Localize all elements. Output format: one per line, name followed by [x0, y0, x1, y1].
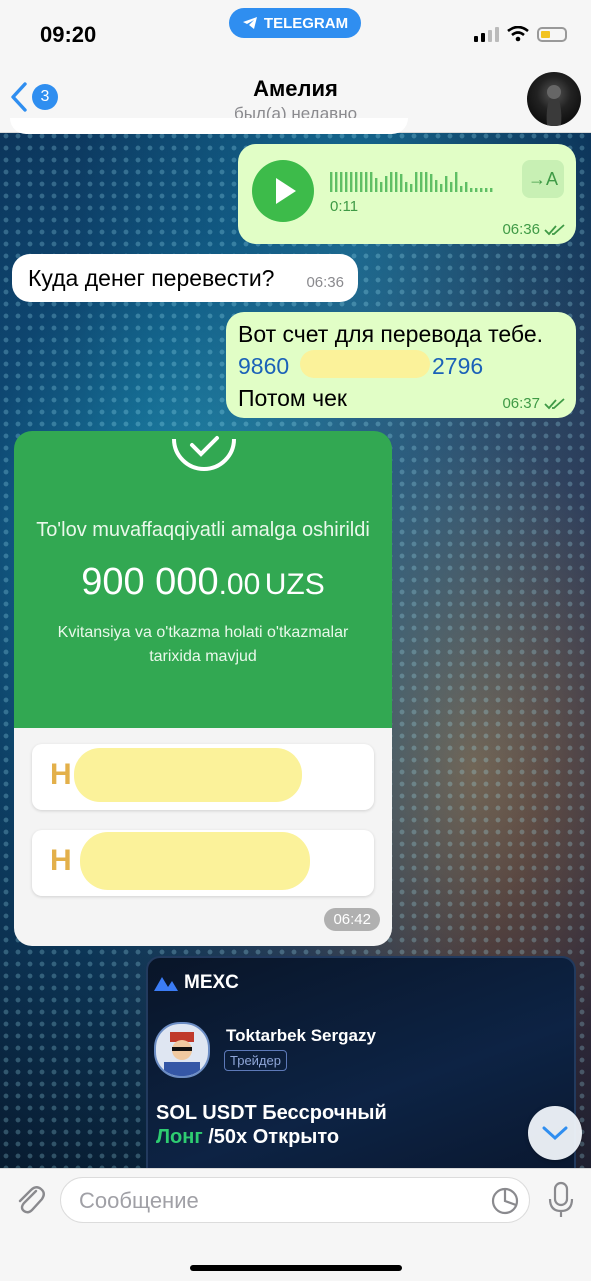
- double-check-icon: [544, 223, 565, 235]
- trader-avatar: [154, 1022, 210, 1078]
- microphone-icon[interactable]: [548, 1181, 574, 1219]
- redacted-card-digits: [300, 350, 430, 378]
- success-check-icon: [172, 436, 236, 471]
- battery-icon: [537, 27, 567, 42]
- receipt-image[interactable]: To'lov muvaffaqqiyatli amalga oshirildi …: [14, 431, 392, 731]
- voice-message[interactable]: 0:11 →A 06:36: [238, 144, 576, 244]
- receipt-details: H H 06:42: [14, 728, 392, 946]
- message-time: 06:37: [502, 395, 540, 412]
- amount-main: 900 000: [81, 561, 219, 603]
- waveform: [330, 172, 493, 192]
- mexc-trade-card[interactable]: MEXC Toktarbek Sergazy Трейдер SOL USDT …: [146, 956, 576, 1170]
- receipt-amount: 900 000.00 UZS: [14, 561, 392, 604]
- mexc-logo: MEXC: [154, 972, 239, 994]
- outgoing-message[interactable]: Вот счет для перевода тебе. 9860 2796 По…: [226, 312, 576, 418]
- receipt-note: Kvitansiya va o'tkazma holati o'tkazmala…: [14, 621, 392, 669]
- telegram-pill-label: TELEGRAM: [263, 14, 349, 32]
- receipt-row: H: [32, 830, 374, 896]
- trade-position: Лонг /50x Открыто: [156, 1126, 339, 1149]
- card-number-start[interactable]: 9860: [238, 350, 289, 382]
- bank-logo-icon: H: [50, 844, 72, 877]
- trader-role-badge: Трейдер: [224, 1050, 287, 1071]
- trade-leverage: /50x Открыто: [202, 1126, 340, 1148]
- message-time: 06:42: [324, 908, 380, 931]
- amount-decimals: .00: [218, 568, 261, 601]
- message-input[interactable]: Сообщение: [60, 1177, 530, 1223]
- signal-icon: [474, 27, 499, 42]
- message-text: Куда денег перевести?: [28, 265, 275, 291]
- bank-logo-icon: H: [50, 758, 72, 791]
- transcribe-button[interactable]: →A: [522, 160, 564, 198]
- message-time: 06:36: [306, 274, 344, 291]
- telegram-pill[interactable]: TELEGRAM: [229, 8, 361, 38]
- mexc-logo-icon: [154, 977, 178, 991]
- chat-title[interactable]: Амелия: [0, 76, 591, 102]
- message-time: 06:36: [502, 221, 540, 238]
- message-line-3: Потом чек: [238, 385, 347, 411]
- chevron-down-icon: [542, 1126, 568, 1141]
- trader-name: Toktarbek Sergazy: [226, 1026, 376, 1045]
- status-time: 09:20: [40, 22, 97, 47]
- home-indicator: [190, 1265, 402, 1271]
- amount-currency: UZS: [264, 568, 325, 601]
- receipt-note-line-2: tarixida mavjud: [149, 648, 257, 665]
- redacted-text: [80, 832, 310, 890]
- card-number-end[interactable]: 2796: [432, 350, 483, 382]
- scroll-down-button[interactable]: [528, 1106, 582, 1160]
- incoming-message[interactable]: Куда денег перевести? 06:36: [12, 254, 358, 302]
- previous-message-edge: [10, 118, 408, 134]
- transcribe-label: →A: [527, 168, 558, 189]
- mexc-brand: MEXC: [184, 972, 239, 993]
- sticker-icon[interactable]: [491, 1187, 519, 1215]
- status-bar: 09:20 TELEGRAM: [0, 0, 591, 66]
- play-icon: [276, 178, 296, 204]
- message-placeholder: Сообщение: [79, 1188, 199, 1213]
- message-composer: Сообщение: [0, 1168, 591, 1281]
- wifi-icon: [507, 26, 529, 42]
- double-check-icon: [544, 397, 565, 409]
- attach-icon[interactable]: [14, 1183, 46, 1217]
- play-button[interactable]: [252, 160, 314, 222]
- receipt-title: To'lov muvaffaqqiyatli amalga oshirildi: [36, 519, 370, 541]
- trade-pair: SOL USDT Бессрочный: [156, 1102, 387, 1124]
- telegram-plane-icon: [242, 17, 257, 29]
- receipt-note-line-1: Kvitansiya va o'tkazma holati o'tkazmala…: [57, 624, 349, 641]
- avatar[interactable]: [527, 72, 581, 126]
- message-line-1: Вот счет для перевода тебе.: [238, 321, 543, 347]
- voice-duration: 0:11: [330, 198, 359, 215]
- trade-side: Лонг: [156, 1126, 203, 1148]
- redacted-text: [74, 748, 302, 802]
- receipt-row: H: [32, 744, 374, 810]
